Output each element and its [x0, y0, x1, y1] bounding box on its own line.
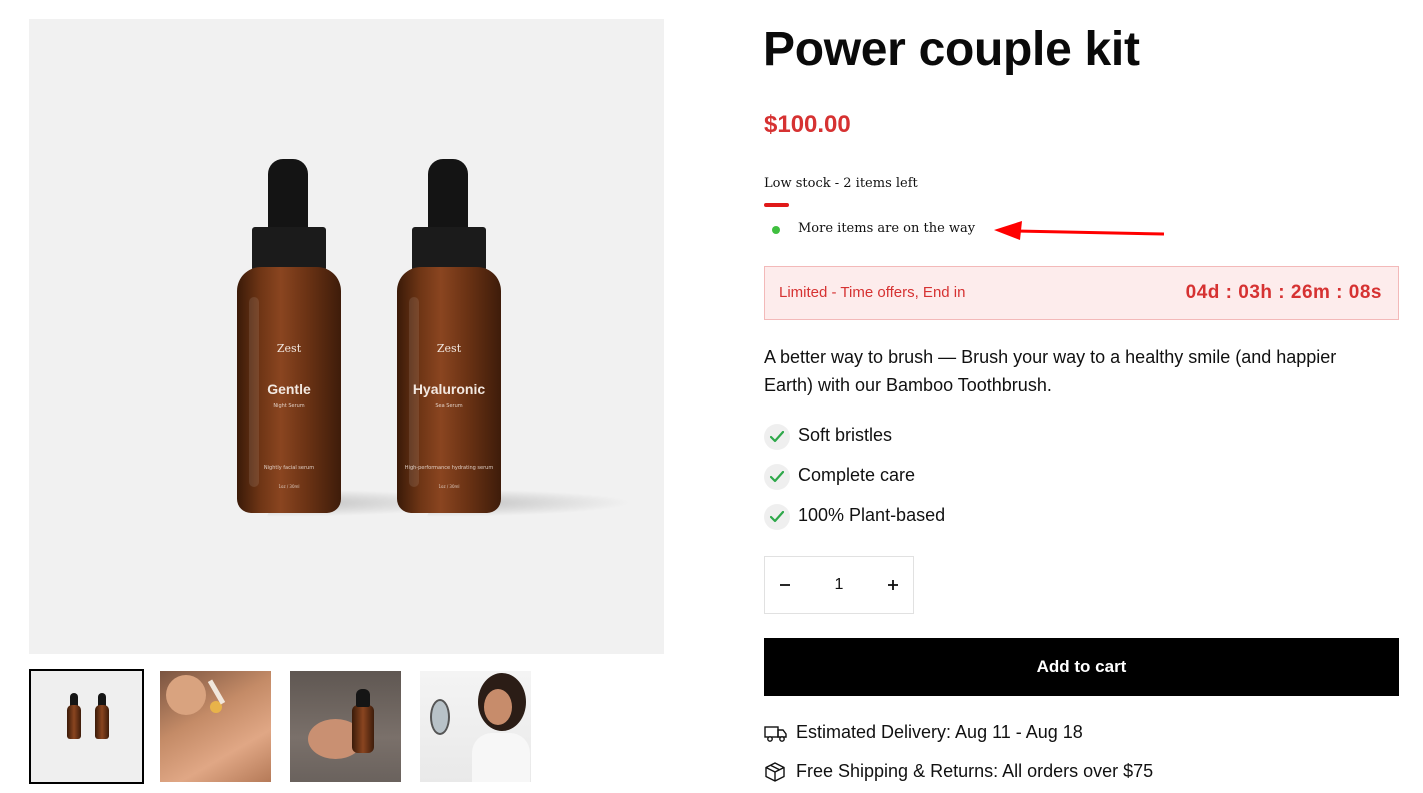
delivery-text: Estimated Delivery: Aug 11 - Aug 18 [796, 722, 1083, 742]
quantity-input[interactable] [805, 557, 873, 613]
product-description: A better way to brush — Brush your way t… [764, 347, 1337, 395]
bottle-size: 1oz / 30ml [438, 484, 460, 489]
product-price: $100.00 [764, 111, 851, 138]
offer-countdown: 04d : 03h : 26m : 08s [1185, 282, 1382, 303]
plus-icon [888, 580, 898, 590]
product-main-image[interactable]: Zest Gentle Night Serum Nightly facial s… [29, 19, 664, 654]
bottle-brand: Zest [276, 342, 302, 355]
bottle-size: 1oz / 30ml [278, 484, 300, 489]
annotation-arrow-icon [994, 221, 1165, 240]
in-transit-dot-icon [772, 226, 780, 234]
bottle-description: Nightly facial serum [263, 465, 315, 471]
feature-label: Complete care [798, 465, 916, 485]
truck-icon [764, 726, 787, 742]
thumbnail-product-bottles[interactable] [29, 669, 144, 784]
quantity-increase-button[interactable] [873, 557, 913, 613]
shipping-text: Free Shipping & Returns: All orders over… [796, 761, 1154, 781]
bottle-name: Gentle [267, 381, 311, 397]
bottle-subtitle: Sea Serum [435, 403, 463, 409]
add-to-cart-button[interactable]: Add to cart [764, 638, 1399, 696]
bottle-name: Hyaluronic [412, 381, 486, 397]
stock-level-bar [764, 203, 789, 207]
bottle-description: High-performance hydrating serum [404, 465, 494, 471]
box-icon [765, 762, 785, 782]
stock-status: Low stock - 2 items left [764, 176, 918, 191]
check-icon [764, 424, 790, 450]
minus-icon [780, 584, 790, 586]
feature-label: Soft bristles [798, 425, 893, 445]
quantity-decrease-button[interactable] [765, 557, 805, 613]
check-icon [764, 504, 790, 530]
limited-offer-banner: Limited - Time offers, End in 04d : 03h … [764, 266, 1399, 320]
check-icon [764, 464, 790, 490]
quantity-stepper [764, 556, 914, 614]
thumbnail-dropper-on-skin[interactable] [160, 671, 271, 782]
bottle-brand: Zest [436, 342, 462, 355]
restock-note: More items are on the way [798, 221, 976, 236]
thumbnail-woman-applying-serum[interactable] [420, 671, 531, 782]
feature-label: 100% Plant-based [798, 505, 946, 525]
product-title: Power couple kit [763, 23, 1140, 76]
offer-label: Limited - Time offers, End in [779, 284, 966, 301]
thumbnail-hands-holding-bottle[interactable] [290, 671, 401, 782]
bottle-subtitle: Night Serum [273, 403, 305, 409]
